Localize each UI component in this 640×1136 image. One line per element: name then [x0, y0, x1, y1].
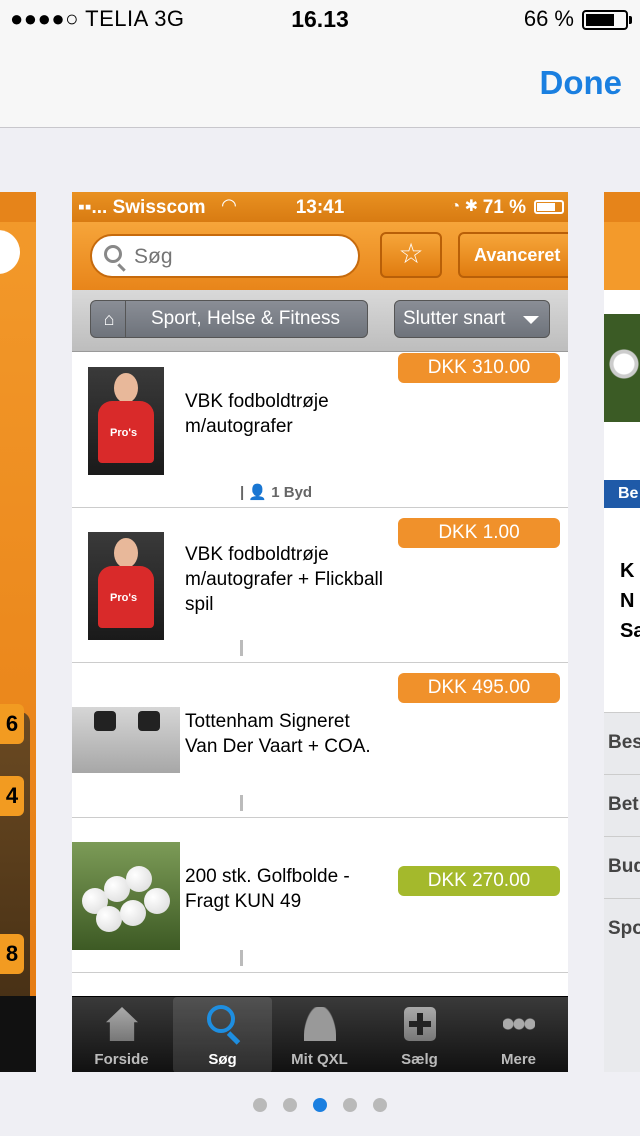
list-item[interactable]: DKK 495.00 Tottenham Signeret Van Der Va… — [72, 663, 568, 818]
battery-icon — [582, 10, 632, 30]
menu-item: Bes — [604, 712, 640, 772]
list-item[interactable]: DKK 310.00 Pro's VBK fodboldtrøje m/auto… — [72, 353, 568, 508]
tab-search[interactable]: Søg — [173, 997, 272, 1072]
listing-title: Tottenham Signeret Van Der Vaart + COA. — [185, 711, 371, 757]
user-icon — [304, 1007, 336, 1041]
section-header: Be — [604, 480, 640, 508]
price-badge: DKK 1.00 — [398, 518, 560, 548]
page-dot[interactable] — [253, 1098, 267, 1112]
bidder-icon: 👤 — [248, 484, 268, 501]
price-badge: DKK 495.00 — [398, 673, 560, 703]
bid-info: | 👤 1 Byd — [240, 484, 313, 501]
next-app-card[interactable]: Be K N Sa Bes Bet Bud Spo — [604, 192, 640, 1072]
listing-thumbnail: Pro's — [88, 532, 164, 640]
bid-divider — [240, 640, 243, 656]
listing-thumbnail — [72, 842, 180, 950]
sort-dropdown[interactable]: Slutter snart — [394, 300, 550, 338]
menu-item: Bet — [604, 774, 640, 834]
search-field[interactable] — [90, 234, 360, 278]
bid-divider — [240, 795, 243, 811]
tab-label: Mit QXL — [291, 1051, 348, 1068]
listing-title: VBK fodboldtrøje m/autografer + Flickbal… — [185, 544, 383, 615]
tab-forside[interactable]: Forside — [72, 997, 171, 1072]
search-icon — [104, 245, 122, 263]
tab-bar-fragment — [0, 996, 36, 1072]
tab-more[interactable]: Mere — [469, 997, 568, 1072]
text-line: N — [620, 590, 635, 612]
listing-thumbnail — [72, 707, 180, 773]
favorites-button[interactable]: ☆ — [380, 232, 442, 278]
page-indicator[interactable] — [0, 1098, 640, 1114]
advanced-search-button[interactable]: Avanceret — [458, 232, 568, 278]
home-icon — [106, 1007, 138, 1041]
list-item[interactable]: DKK 270.00 200 stk. Golfbolde - Fragt KU… — [72, 818, 568, 973]
golf-image — [604, 314, 640, 422]
done-button[interactable]: Done — [540, 64, 623, 102]
menu-item: Bud — [604, 836, 640, 896]
listing-thumbnail: Pro's — [88, 367, 164, 475]
tab-label: Søg — [208, 1051, 237, 1068]
home-icon[interactable]: ⌂ — [91, 301, 127, 337]
search-input[interactable] — [134, 242, 344, 272]
page-dot[interactable] — [283, 1098, 297, 1112]
badge: 8 — [0, 934, 24, 974]
system-status-bar: ●●●●○ TELIA 3G 16.13 66 % — [0, 0, 640, 40]
search-bar: ☆ Avanceret — [72, 222, 568, 290]
sort-label: Slutter snart — [403, 308, 506, 329]
list-item[interactable]: DKK 1.00 Pro's VBK fodboldtrøje m/autogr… — [72, 508, 568, 663]
page-dot[interactable] — [373, 1098, 387, 1112]
tab-label: Forside — [94, 1051, 149, 1068]
text-line: K — [620, 560, 635, 582]
plus-icon — [404, 1007, 436, 1041]
previous-app-card[interactable]: 6 4 8 — [0, 192, 36, 1072]
price-badge: DKK 270.00 — [398, 866, 560, 896]
page-dot[interactable] — [343, 1098, 357, 1112]
bid-divider — [240, 950, 243, 966]
filter-bar: ⌂ Sport, Helse & Fitness Slutter snart — [72, 290, 568, 352]
badge: 4 — [0, 776, 24, 816]
menu-item: Spo — [604, 898, 640, 958]
price-badge: DKK 310.00 — [398, 353, 560, 383]
app-status-bar: ▪▪... Swisscom ◠ 13:41 ◔ ✱ 71 % — [72, 192, 568, 222]
page-dot[interactable] — [313, 1098, 327, 1112]
app-switcher-header: Done — [0, 40, 640, 128]
tab-label: Mere — [500, 1051, 537, 1068]
qxl-app-card[interactable]: ▪▪... Swisscom ◠ 13:41 ◔ ✱ 71 % ☆ Avance… — [72, 192, 568, 1072]
tab-sell[interactable]: Sælg — [370, 997, 469, 1072]
bid-label: Byd — [283, 484, 313, 501]
tab-mit-qxl[interactable]: Mit QXL — [270, 997, 369, 1072]
search-pill — [0, 230, 20, 274]
alarm-bluetooth-icon: ◔ ✱ — [450, 198, 478, 215]
category-label: Sport, Helse & Fitness — [151, 308, 341, 329]
app-battery-icon — [534, 200, 564, 214]
listing-list: DKK 310.00 Pro's VBK fodboldtrøje m/auto… — [72, 353, 568, 973]
listing-title: 200 stk. Golfbolde - Fragt KUN 49 — [185, 866, 350, 912]
listing-title: VBK fodboldtrøje m/autografer — [185, 391, 329, 437]
tab-bar: Forside Søg Mit QXL Sælg Mere — [72, 996, 568, 1072]
app-battery-percentage: 71 % — [482, 197, 526, 218]
bid-count: 1 — [271, 484, 280, 501]
badge: 6 — [0, 704, 24, 744]
more-icon — [503, 1007, 535, 1041]
chevron-down-icon — [523, 316, 539, 324]
tab-label: Sælg — [401, 1051, 438, 1068]
battery-percentage: 66 % — [523, 6, 574, 31]
star-icon: ☆ — [398, 238, 424, 269]
text-line: Sa — [620, 620, 640, 642]
search-icon — [207, 1005, 235, 1033]
category-breadcrumb[interactable]: ⌂ Sport, Helse & Fitness — [90, 300, 368, 338]
